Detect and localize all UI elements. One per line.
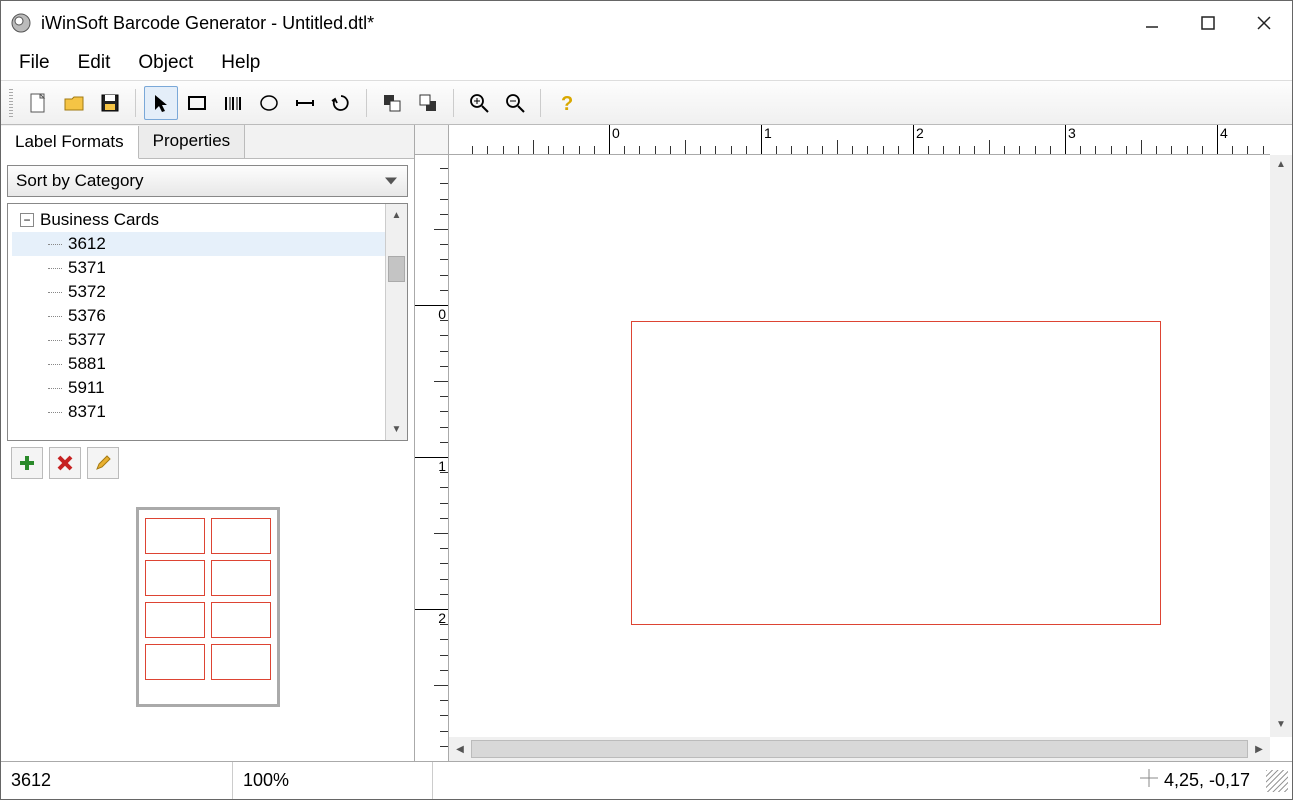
tree-item[interactable]: 5911 — [12, 376, 407, 400]
status-zoom: 100% — [233, 762, 433, 799]
canvas-horizontal-scrollbar[interactable]: ◀ ▶ — [449, 737, 1270, 761]
zoom-in-button[interactable] — [462, 86, 496, 120]
tab-label-formats[interactable]: Label Formats — [1, 126, 139, 159]
window-title: iWinSoft Barcode Generator - Untitled.dt… — [41, 13, 374, 34]
scroll-up-icon[interactable]: ▲ — [1270, 155, 1292, 177]
sort-select[interactable]: Sort by Category — [7, 165, 408, 197]
format-action-bar — [1, 447, 414, 487]
horizontal-ruler: 0 1 2 3 4 — [449, 125, 1270, 155]
rectangle-tool-button[interactable] — [180, 86, 214, 120]
new-button[interactable] — [21, 86, 55, 120]
status-bar: 3612 100% 4,25, -0,17 — [1, 761, 1292, 799]
window-controls — [1124, 1, 1292, 45]
save-button[interactable] — [93, 86, 127, 120]
rotate-tool-button[interactable] — [324, 86, 358, 120]
ellipse-tool-button[interactable] — [252, 86, 286, 120]
tree-item[interactable]: 5372 — [12, 280, 407, 304]
menu-bar: File Edit Object Help — [1, 45, 1292, 81]
menu-object[interactable]: Object — [124, 48, 207, 78]
menu-help[interactable]: Help — [207, 48, 274, 78]
canvas-vertical-scrollbar[interactable]: ▲ ▼ — [1270, 155, 1292, 737]
crosshair-icon — [1140, 769, 1158, 792]
tree-item[interactable]: 5881 — [12, 352, 407, 376]
tree-item[interactable]: 5377 — [12, 328, 407, 352]
scroll-left-icon[interactable]: ◀ — [449, 744, 471, 755]
open-button[interactable] — [57, 86, 91, 120]
canvas-panel: 0 1 2 3 4 0 1 2 ▲ ▼ ◀ ▶ — [415, 125, 1292, 761]
tree-item[interactable]: 5376 — [12, 304, 407, 328]
status-coordinates: 4,25, -0,17 — [1128, 769, 1262, 792]
menu-edit[interactable]: Edit — [64, 48, 125, 78]
tree-root-business-cards[interactable]: − Business Cards — [12, 208, 407, 232]
preview-cell — [145, 644, 205, 680]
send-back-button[interactable] — [411, 86, 445, 120]
resize-grip[interactable] — [1266, 770, 1288, 792]
format-preview — [1, 487, 414, 761]
tree-scrollbar[interactable]: ▲ ▼ — [385, 204, 407, 440]
app-icon — [9, 11, 33, 35]
minimize-button[interactable] — [1124, 1, 1180, 45]
toolbar: ? — [1, 81, 1292, 125]
design-canvas[interactable] — [449, 155, 1270, 737]
left-panel: Label Formats Properties Sort by Categor… — [1, 125, 415, 761]
scroll-thumb[interactable] — [388, 256, 405, 282]
format-tree[interactable]: − Business Cards 3612 5371 5372 5376 537… — [7, 203, 408, 441]
zoom-out-button[interactable] — [498, 86, 532, 120]
help-button[interactable]: ? — [549, 86, 583, 120]
title-bar: iWinSoft Barcode Generator - Untitled.dt… — [1, 1, 1292, 45]
svg-text:?: ? — [561, 93, 573, 113]
sort-select-value: Sort by Category — [16, 171, 144, 191]
tree-item[interactable]: 8371 — [12, 400, 407, 424]
tree-item[interactable]: 5371 — [12, 256, 407, 280]
scroll-down-icon[interactable]: ▼ — [386, 418, 407, 440]
preview-cell — [145, 518, 205, 554]
preview-cell — [211, 602, 271, 638]
preview-cell — [211, 518, 271, 554]
label-outline[interactable] — [631, 321, 1161, 625]
maximize-button[interactable] — [1180, 1, 1236, 45]
tree-item[interactable]: 3612 — [12, 232, 407, 256]
preview-cell — [211, 644, 271, 680]
scroll-track[interactable] — [471, 740, 1248, 758]
preview-cell — [211, 560, 271, 596]
status-selected-item: 3612 — [1, 762, 233, 799]
scroll-right-icon[interactable]: ▶ — [1248, 744, 1270, 755]
toolbar-handle[interactable] — [9, 89, 13, 117]
tree-root-label: Business Cards — [40, 210, 159, 230]
status-coords-text: 4,25, -0,17 — [1164, 770, 1250, 791]
vertical-ruler: 0 1 2 — [415, 155, 449, 761]
add-format-button[interactable] — [11, 447, 43, 479]
edit-format-button[interactable] — [87, 447, 119, 479]
tab-properties[interactable]: Properties — [139, 125, 245, 158]
bring-front-button[interactable] — [375, 86, 409, 120]
close-button[interactable] — [1236, 1, 1292, 45]
ruler-corner — [415, 125, 449, 155]
menu-file[interactable]: File — [5, 48, 64, 78]
line-tool-button[interactable] — [288, 86, 322, 120]
select-tool-button[interactable] — [144, 86, 178, 120]
delete-format-button[interactable] — [49, 447, 81, 479]
preview-cell — [145, 602, 205, 638]
preview-cell — [145, 560, 205, 596]
preview-page — [136, 507, 280, 707]
scroll-up-icon[interactable]: ▲ — [386, 204, 407, 226]
scroll-down-icon[interactable]: ▼ — [1270, 715, 1292, 737]
tree-collapse-icon[interactable]: − — [20, 213, 34, 227]
barcode-tool-button[interactable] — [216, 86, 250, 120]
panel-tabs: Label Formats Properties — [1, 125, 414, 159]
